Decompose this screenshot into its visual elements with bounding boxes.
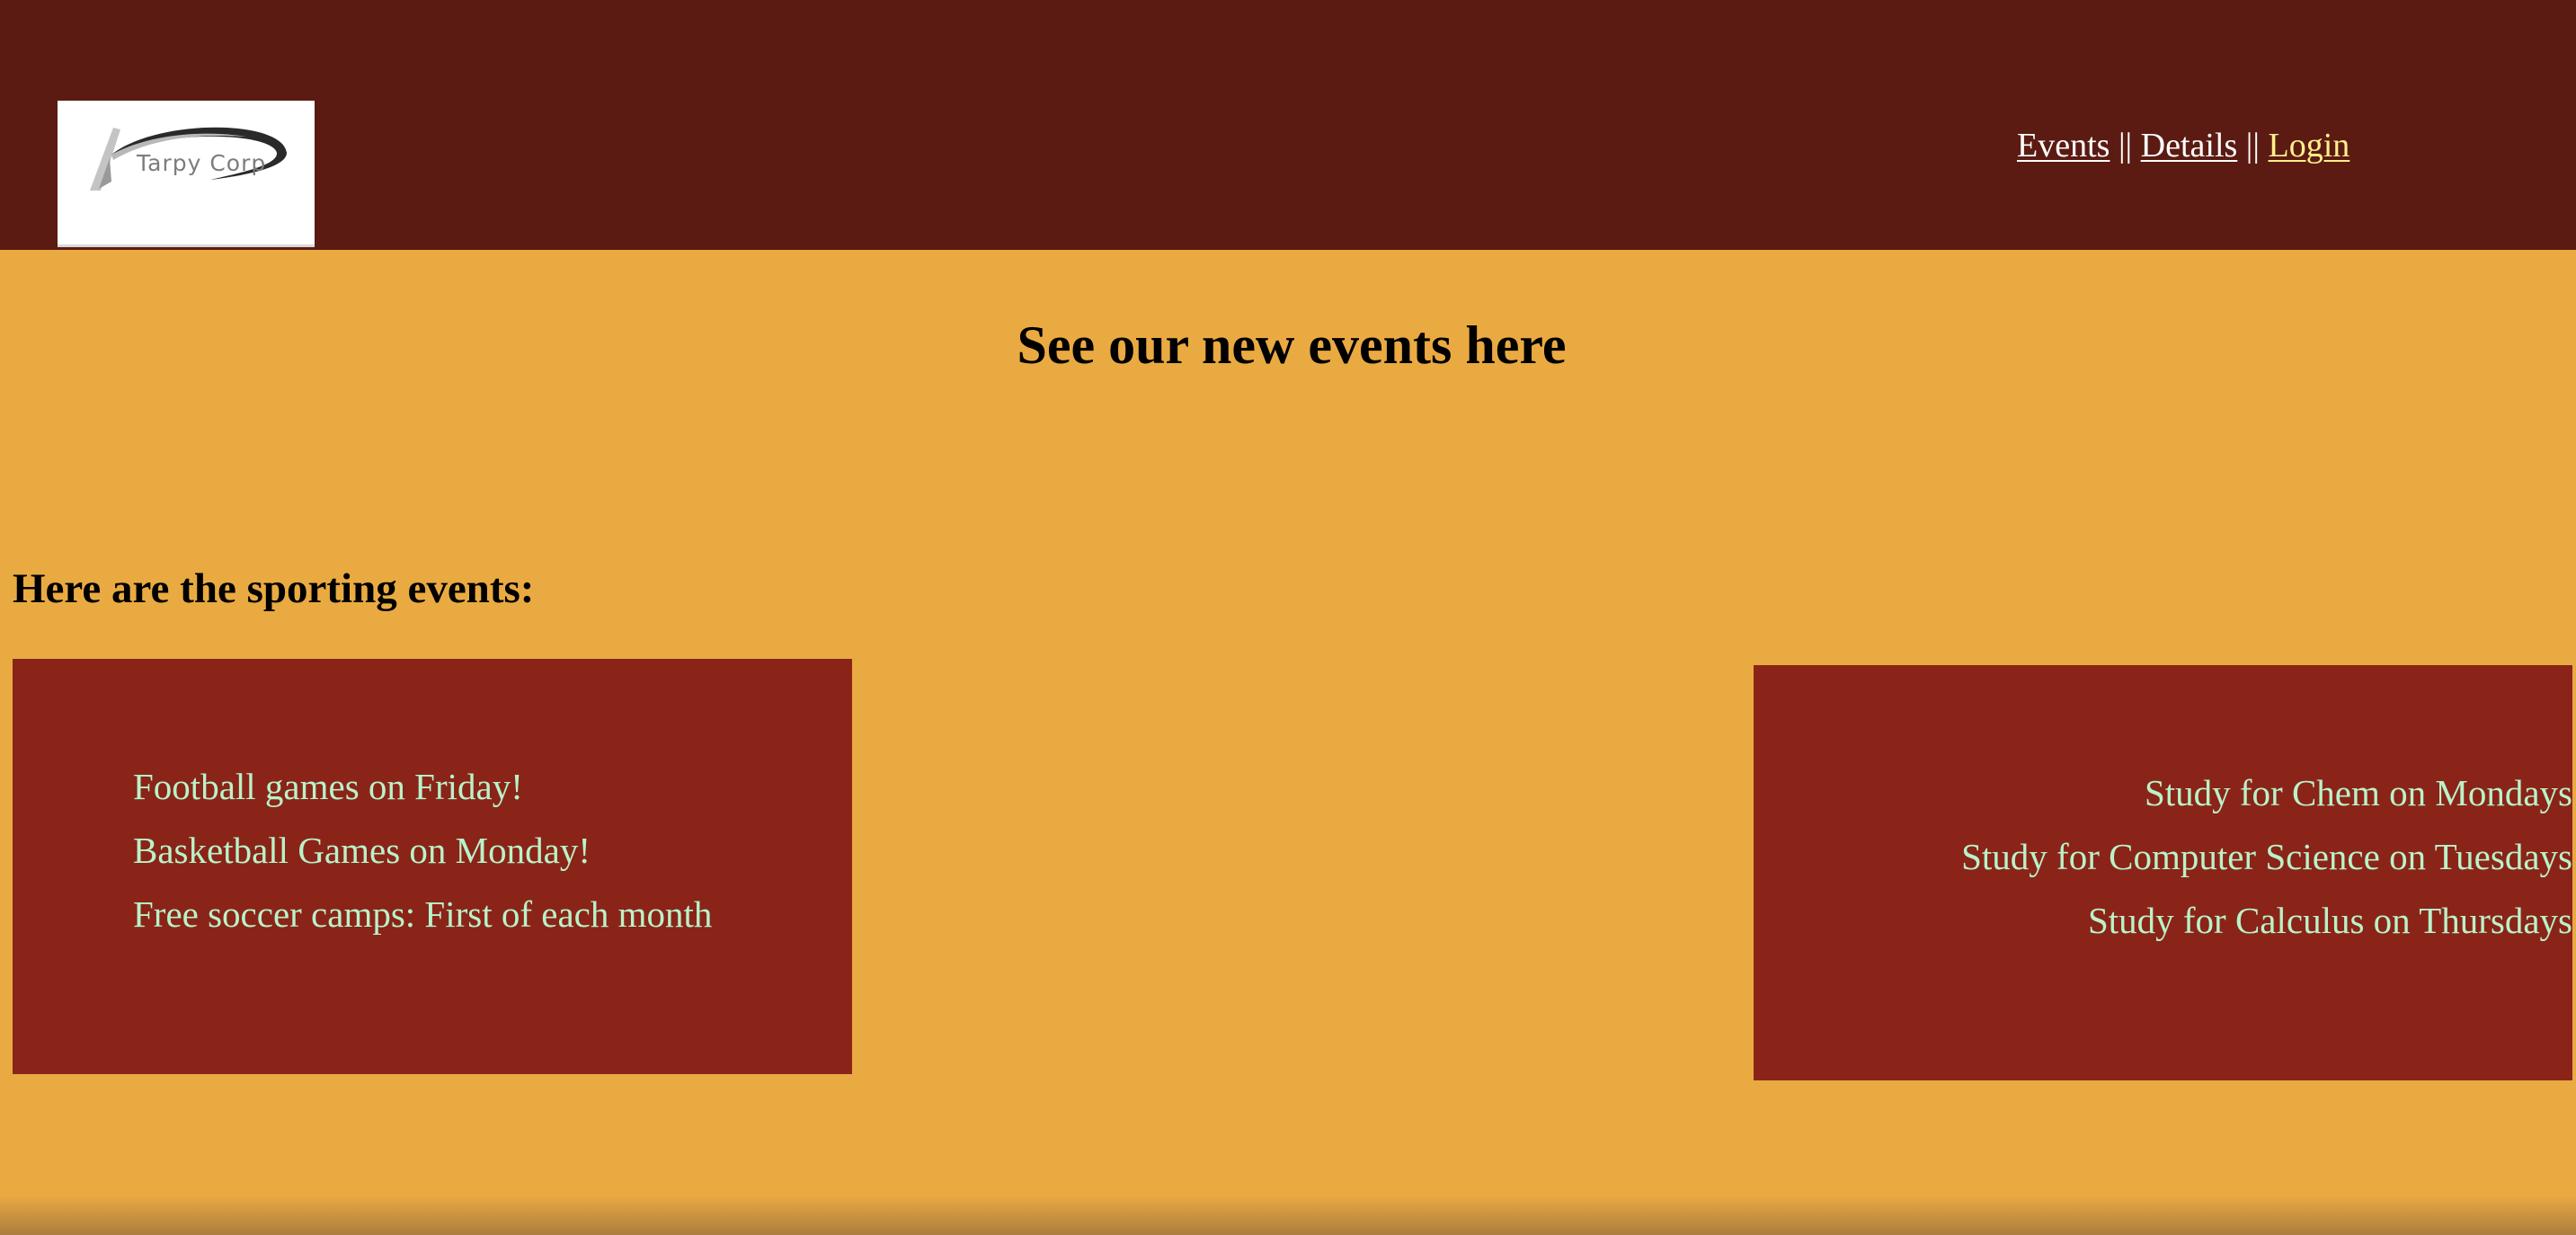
window-bottom-shadow <box>0 1195 2576 1235</box>
list-item: Study for Chem on Mondays <box>2144 772 2572 813</box>
list-item: Football games on Friday! <box>133 766 523 807</box>
logo-text: Tarpy Corp <box>137 150 267 176</box>
nav-separator: || <box>2245 127 2261 164</box>
nav-link-details[interactable]: Details <box>2141 127 2238 164</box>
study-events-list: Study for Chem on Mondays Study for Comp… <box>1961 761 2572 953</box>
nav-separator: || <box>2118 127 2133 164</box>
study-events-panel: Study for Chem on Mondays Study for Comp… <box>1754 665 2572 1080</box>
sporting-events-list: Football games on Friday! Basketball Gam… <box>133 755 712 946</box>
page-title: See our new events here <box>1017 315 1567 375</box>
list-item: Study for Computer Science on Tuesdays <box>1961 836 2572 877</box>
top-nav: Events || Details || Login <box>2017 126 2349 165</box>
tarpy-corp-logo[interactable]: Tarpy Corp <box>58 101 315 247</box>
list-item: Free soccer camps: First of each month <box>133 893 713 935</box>
nav-link-login[interactable]: Login <box>2269 127 2350 164</box>
list-item: Basketball Games on Monday! <box>133 830 591 871</box>
page: Tarpy Corp Events || Details || Login Se… <box>0 0 2576 1235</box>
nav-link-events[interactable]: Events <box>2017 127 2110 164</box>
header-bar: Tarpy Corp Events || Details || Login <box>0 0 2576 250</box>
sporting-events-heading: Here are the sporting events: <box>13 565 535 612</box>
sporting-events-panel: Football games on Friday! Basketball Gam… <box>13 659 852 1074</box>
list-item: Study for Calculus on Thursdays <box>2087 900 2572 941</box>
